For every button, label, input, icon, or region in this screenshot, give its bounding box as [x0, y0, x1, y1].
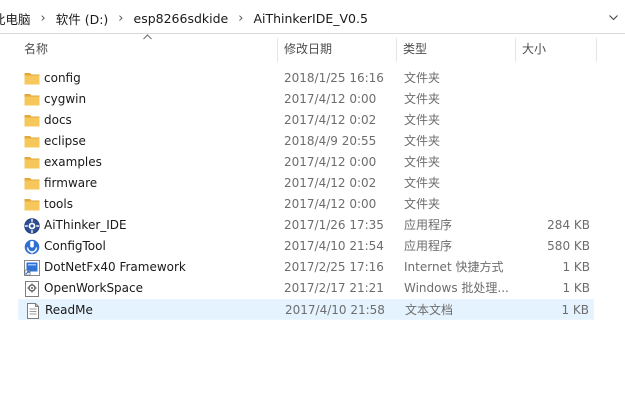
file-name: ReadMe	[45, 303, 93, 317]
file-modified-date: 2017/4/10 21:54	[284, 239, 384, 253]
file-name: examples	[44, 155, 102, 169]
file-row-dotnetfx40-framework[interactable]: DotNetFx40 Framework 2017/2/25 17:16 Inter…	[18, 257, 594, 278]
file-type: 文件夹	[404, 176, 441, 190]
file-name: firmware	[44, 176, 98, 190]
file-name: ConfigTool	[44, 239, 106, 253]
file-size: 1 KB	[562, 260, 590, 274]
file-modified-date: 2017/2/17 21:21	[284, 281, 384, 295]
file-type: Internet 快捷方式	[404, 260, 504, 274]
file-modified-date: 2017/4/12 0:00	[284, 92, 377, 106]
aithinker-app-icon	[24, 218, 40, 234]
column-header-type[interactable]: 类型	[397, 36, 515, 62]
file-type: 文本文档	[405, 303, 454, 317]
breadcrumb-aithinkeride[interactable]: AiThinkerIDE_V0.5	[249, 11, 372, 26]
file-row-readme[interactable]: ReadMe 2017/4/10 21:58 文本文档 1 KB	[18, 299, 594, 320]
file-modified-date: 2017/4/12 0:02	[284, 113, 377, 127]
file-row-configtool[interactable]: ConfigTool 2017/4/10 21:54 应用程序 580 KB	[18, 236, 594, 257]
file-row-examples[interactable]: examples 2017/4/12 0:00 文件夹	[18, 152, 594, 173]
folder-icon	[24, 176, 40, 191]
file-modified-date: 2017/4/12 0:00	[284, 197, 377, 211]
file-name: eclipse	[44, 134, 86, 148]
file-size: 1 KB	[562, 281, 590, 295]
file-name: tools	[44, 197, 73, 211]
address-history-dropdown[interactable]	[605, 10, 621, 26]
column-header-date[interactable]: 修改日期	[278, 36, 396, 62]
file-row-docs[interactable]: docs 2017/4/12 0:02 文件夹	[18, 110, 594, 131]
file-row-openworkspace[interactable]: OpenWorkSpace 2017/2/17 21:21 Windows 批处理.…	[18, 278, 594, 299]
file-row-tools[interactable]: tools 2017/4/12 0:00 文件夹	[18, 194, 594, 215]
file-type: 文件夹	[404, 134, 441, 148]
breadcrumb-separator[interactable]: ›	[112, 11, 129, 26]
file-type: 文件夹	[404, 71, 441, 85]
breadcrumb-this-pc[interactable]: 此电脑	[0, 9, 35, 28]
file-name: AiThinker_IDE	[44, 218, 127, 232]
file-modified-date: 2018/4/9 20:55	[284, 134, 377, 148]
sort-ascending-icon	[143, 33, 152, 43]
file-modified-date: 2017/4/12 0:02	[284, 176, 377, 190]
folder-icon	[24, 134, 40, 149]
file-modified-date: 2017/4/10 21:58	[285, 303, 385, 317]
internet-shortcut-icon	[24, 260, 40, 276]
file-type: Windows 批处理...	[404, 281, 509, 295]
file-row-aithinker-ide[interactable]: AiThinker_IDE 2017/1/26 17:35 应用程序 284 KB	[18, 215, 594, 236]
breadcrumb: 此电脑 › 软件 (D:) › esp8266sdkide › AiThinke…	[0, 9, 372, 27]
file-name: DotNetFx40 Framework	[44, 260, 186, 274]
breadcrumb-separator[interactable]: ›	[232, 11, 249, 26]
file-row-config[interactable]: config 2018/1/25 16:16 文件夹	[18, 68, 594, 89]
file-size: 580 KB	[547, 239, 590, 253]
file-modified-date: 2018/1/25 16:16	[284, 71, 384, 85]
file-name: config	[44, 71, 81, 85]
file-row-eclipse[interactable]: eclipse 2018/4/9 20:55 文件夹	[18, 131, 594, 152]
file-name: cygwin	[44, 92, 87, 106]
file-name: docs	[44, 113, 72, 127]
config-tool-app-icon	[24, 239, 40, 255]
file-type: 文件夹	[404, 92, 441, 106]
folder-icon	[24, 92, 40, 107]
file-size: 1 KB	[561, 303, 589, 317]
batch-file-icon	[24, 281, 40, 297]
file-modified-date: 2017/2/25 17:16	[284, 260, 384, 274]
file-row-cygwin[interactable]: cygwin 2017/4/12 0:00 文件夹	[18, 89, 594, 110]
file-type: 应用程序	[404, 239, 453, 253]
file-type: 文件夹	[404, 197, 441, 211]
column-header-row: 名称 修改日期 类型 大小	[0, 33, 625, 62]
folder-icon	[24, 71, 40, 86]
chevron-down-icon	[608, 15, 618, 21]
folder-icon	[24, 113, 40, 128]
file-name: OpenWorkSpace	[44, 281, 144, 295]
folder-icon	[24, 155, 40, 170]
file-type: 应用程序	[404, 218, 453, 232]
file-modified-date: 2017/1/26 17:35	[284, 218, 384, 232]
column-header-size[interactable]: 大小	[516, 36, 596, 62]
file-row-firmware[interactable]: firmware 2017/4/12 0:02 文件夹	[18, 173, 594, 194]
file-type: 文件夹	[404, 113, 441, 127]
column-divider[interactable]	[596, 38, 597, 62]
breadcrumb-drive-d[interactable]: 软件 (D:)	[52, 9, 113, 28]
file-type: 文件夹	[404, 155, 441, 169]
file-modified-date: 2017/4/12 0:00	[284, 155, 377, 169]
breadcrumb-separator[interactable]: ›	[35, 11, 52, 26]
text-document-icon	[25, 303, 41, 319]
breadcrumb-esp8266sdkide[interactable]: esp8266sdkide	[130, 11, 233, 26]
folder-icon	[24, 197, 40, 212]
address-bar[interactable]: 此电脑 › 软件 (D:) › esp8266sdkide › AiThinke…	[0, 0, 625, 34]
file-size: 284 KB	[547, 218, 590, 232]
